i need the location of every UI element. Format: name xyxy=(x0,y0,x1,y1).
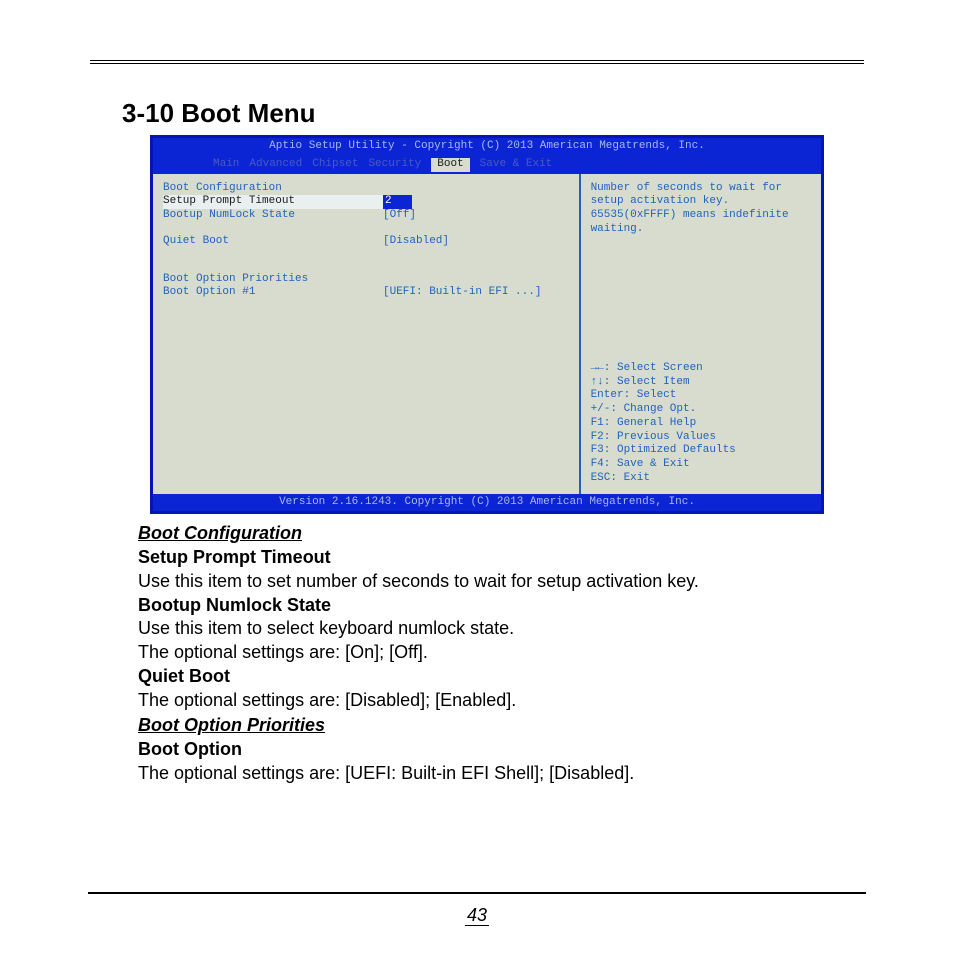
bootup-numlock-value: [Off] xyxy=(383,209,416,223)
page-number: 43 xyxy=(0,905,954,926)
p-bootup-numlock-b: The optional settings are: [On]; [Off]. xyxy=(138,641,828,665)
tab-main: Main xyxy=(213,158,239,172)
tab-boot: Boot xyxy=(431,158,469,172)
row-bootup-numlock: Bootup NumLock State [Off] xyxy=(163,209,569,223)
section-title: 3-10 Boot Menu xyxy=(122,98,864,129)
bios-footer: Version 2.16.1243. Copyright (C) 2013 Am… xyxy=(153,494,821,512)
bios-right-pane: Number of seconds to wait for setup acti… xyxy=(579,174,821,494)
quiet-boot-value: [Disabled] xyxy=(383,235,449,249)
setup-prompt-timeout-value: 2 xyxy=(383,195,412,209)
h-quiet-boot: Quiet Boot xyxy=(138,665,828,689)
bootup-numlock-label: Bootup NumLock State xyxy=(163,209,383,223)
h-setup-prompt-timeout: Setup Prompt Timeout xyxy=(138,546,828,570)
documentation-text: Boot Configuration Setup Prompt Timeout … xyxy=(138,522,828,785)
tab-chipset: Chipset xyxy=(312,158,358,172)
subhead-boot-priorities: Boot Option Priorities xyxy=(138,714,828,738)
h-boot-option: Boot Option xyxy=(138,738,828,762)
setup-prompt-timeout-label: Setup Prompt Timeout xyxy=(163,195,383,209)
p-boot-option: The optional settings are: [UEFI: Built-… xyxy=(138,762,828,786)
bottom-rule xyxy=(88,892,866,894)
h-bootup-numlock: Bootup Numlock State xyxy=(138,594,828,618)
boot-option-1-value: [UEFI: Built-in EFI ...] xyxy=(383,286,541,300)
p-setup-prompt-timeout: Use this item to set number of seconds t… xyxy=(138,570,828,594)
boot-config-heading: Boot Configuration xyxy=(163,182,569,196)
help-description: Number of seconds to wait for setup acti… xyxy=(591,182,811,237)
help-keys: →←: Select Screen ↑↓: Select Item Enter:… xyxy=(591,362,811,486)
row-setup-prompt-timeout: Setup Prompt Timeout 2 xyxy=(163,195,569,209)
quiet-boot-label: Quiet Boot xyxy=(163,235,383,249)
top-rule xyxy=(90,60,864,64)
boot-option-1-label: Boot Option #1 xyxy=(163,286,383,300)
bios-screenshot: Aptio Setup Utility - Copyright (C) 2013… xyxy=(150,135,824,514)
tab-save-exit: Save & Exit xyxy=(480,158,553,172)
p-quiet-boot: The optional settings are: [Disabled]; [… xyxy=(138,689,828,713)
bios-header: Aptio Setup Utility - Copyright (C) 2013… xyxy=(153,138,821,156)
row-boot-option-1: Boot Option #1 [UEFI: Built-in EFI ...] xyxy=(163,286,569,300)
row-quiet-boot: Quiet Boot [Disabled] xyxy=(163,235,569,249)
tab-advanced: Advanced xyxy=(249,158,302,172)
bios-tabs: Main Advanced Chipset Security Boot Save… xyxy=(153,156,821,174)
bios-left-pane: Boot Configuration Setup Prompt Timeout … xyxy=(153,174,579,494)
tab-security: Security xyxy=(368,158,421,172)
p-bootup-numlock-a: Use this item to select keyboard numlock… xyxy=(138,617,828,641)
boot-priorities-heading: Boot Option Priorities xyxy=(163,273,569,287)
subhead-boot-config: Boot Configuration xyxy=(138,522,828,546)
